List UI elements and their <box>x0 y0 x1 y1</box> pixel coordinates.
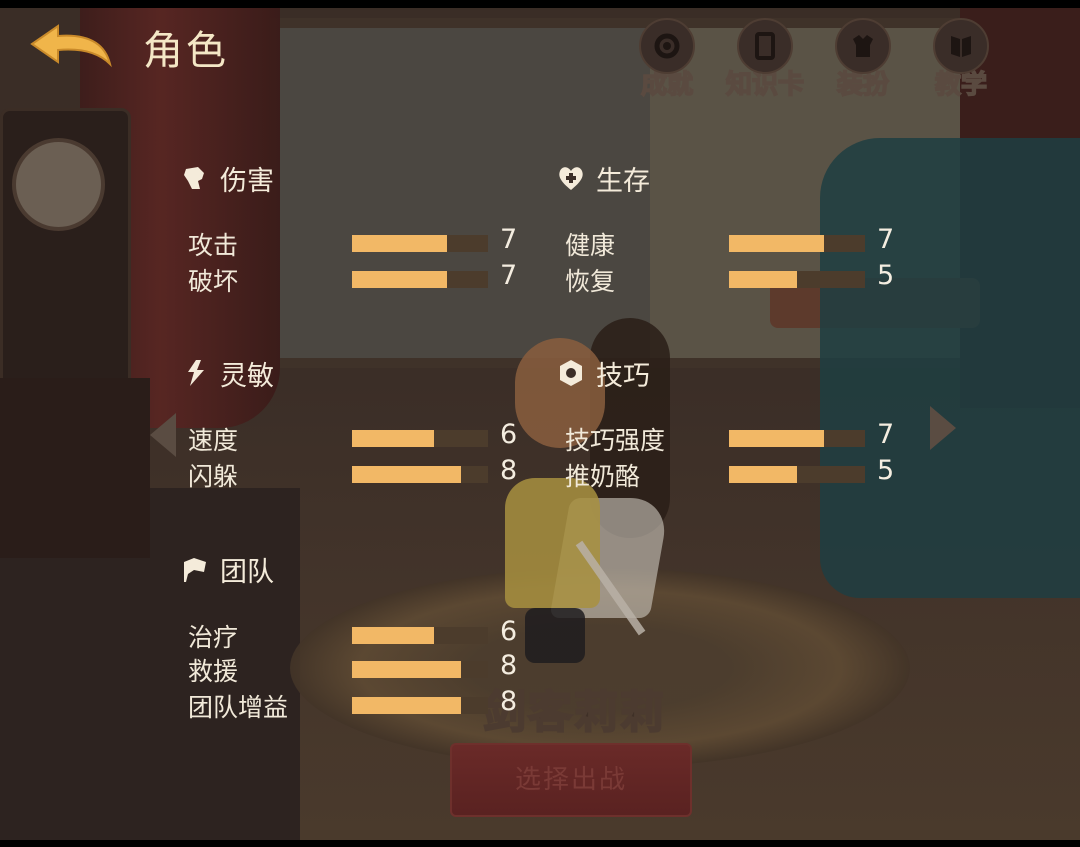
book-icon <box>933 18 989 74</box>
page-title: 角色 <box>143 28 229 74</box>
stat-value: 7 <box>877 419 895 450</box>
clock-face <box>12 138 105 231</box>
section-title: 生存 <box>596 165 650 197</box>
nav-tutorial[interactable]: 教学 <box>912 18 1010 101</box>
section-agility-header: 灵敏 <box>180 353 274 393</box>
letterbox-top <box>0 0 1080 8</box>
card-icon <box>737 18 793 74</box>
heart-plus-icon <box>559 167 583 190</box>
back-arrow-icon[interactable] <box>28 24 114 72</box>
stat-label: 速度 <box>188 426 239 455</box>
stat-label: 救援 <box>188 657 239 686</box>
stat-bar-fill <box>352 697 461 714</box>
hexagon-nut-icon <box>560 360 582 386</box>
nav-knowledge-cards[interactable]: 知识卡 <box>716 18 814 101</box>
stat-bar-fill <box>352 430 434 447</box>
outfit-icon <box>835 18 891 74</box>
character-boots <box>525 608 585 663</box>
stat-label: 推奶酪 <box>565 462 641 491</box>
stat-value: 7 <box>500 260 518 291</box>
stat-bar <box>352 271 488 288</box>
stat-label: 破坏 <box>188 267 239 296</box>
section-damage-header: 伤害 <box>180 158 274 198</box>
stat-value: 8 <box>500 650 518 681</box>
stat-bar <box>352 627 488 644</box>
stat-value: 5 <box>877 260 895 291</box>
stat-label: 团队增益 <box>188 693 289 722</box>
section-title: 团队 <box>220 556 274 588</box>
select-for-battle-button[interactable]: 选择出战 <box>450 743 692 817</box>
background-sofa <box>820 138 1080 598</box>
stat-bar <box>729 235 865 252</box>
speed-icon <box>188 360 204 386</box>
letterbox-bottom <box>0 840 1080 847</box>
stat-label: 闪躲 <box>188 462 239 491</box>
stat-label: 治疗 <box>188 623 239 652</box>
stat-bar-fill <box>729 430 825 447</box>
fist-icon <box>184 167 204 189</box>
top-nav: 成就 知识卡 装扮 教学 <box>618 18 1010 101</box>
stat-value: 7 <box>877 224 895 255</box>
stat-bar <box>352 235 488 252</box>
flag-icon <box>184 558 206 582</box>
section-skill-header: 技巧 <box>556 353 650 393</box>
stat-bar <box>729 271 865 288</box>
stat-bar <box>352 430 488 447</box>
section-survival-header: 生存 <box>556 158 650 198</box>
character-body <box>505 478 600 608</box>
stat-value: 6 <box>500 419 518 450</box>
prev-character-arrow[interactable] <box>150 413 176 457</box>
stat-bar <box>729 466 865 483</box>
stat-bar-fill <box>352 271 448 288</box>
stat-label: 攻击 <box>188 231 239 260</box>
stat-label: 健康 <box>565 231 616 260</box>
section-team-header: 团队 <box>180 549 274 589</box>
stat-bar <box>729 430 865 447</box>
stat-label: 技巧强度 <box>565 426 666 455</box>
stat-value: 5 <box>877 455 895 486</box>
section-title: 伤害 <box>220 165 274 197</box>
background-shelf <box>0 378 150 558</box>
section-title: 技巧 <box>596 360 650 392</box>
stat-value: 6 <box>500 616 518 647</box>
stat-bar-fill <box>352 661 461 678</box>
stat-bar-fill <box>729 271 797 288</box>
gear-badge-icon <box>639 18 695 74</box>
nav-outfit[interactable]: 装扮 <box>814 18 912 101</box>
stat-value: 8 <box>500 686 518 717</box>
stat-bar-fill <box>352 235 448 252</box>
game-screen: 剑客莉莉 选择出战 角色 成就 知识卡 装扮 教学 伤害 攻击 7 破坏 7 生… <box>0 8 1080 840</box>
stat-label: 恢复 <box>565 267 616 296</box>
stat-value: 8 <box>500 455 518 486</box>
stat-bar <box>352 697 488 714</box>
stat-bar <box>352 661 488 678</box>
next-character-arrow[interactable] <box>930 406 956 450</box>
stat-bar-fill <box>352 466 461 483</box>
stat-bar-fill <box>729 235 825 252</box>
stat-bar <box>352 466 488 483</box>
stat-bar-fill <box>352 627 434 644</box>
nav-achievements[interactable]: 成就 <box>618 18 716 101</box>
stat-value: 7 <box>500 224 518 255</box>
stat-bar-fill <box>729 466 797 483</box>
section-title: 灵敏 <box>220 360 274 392</box>
